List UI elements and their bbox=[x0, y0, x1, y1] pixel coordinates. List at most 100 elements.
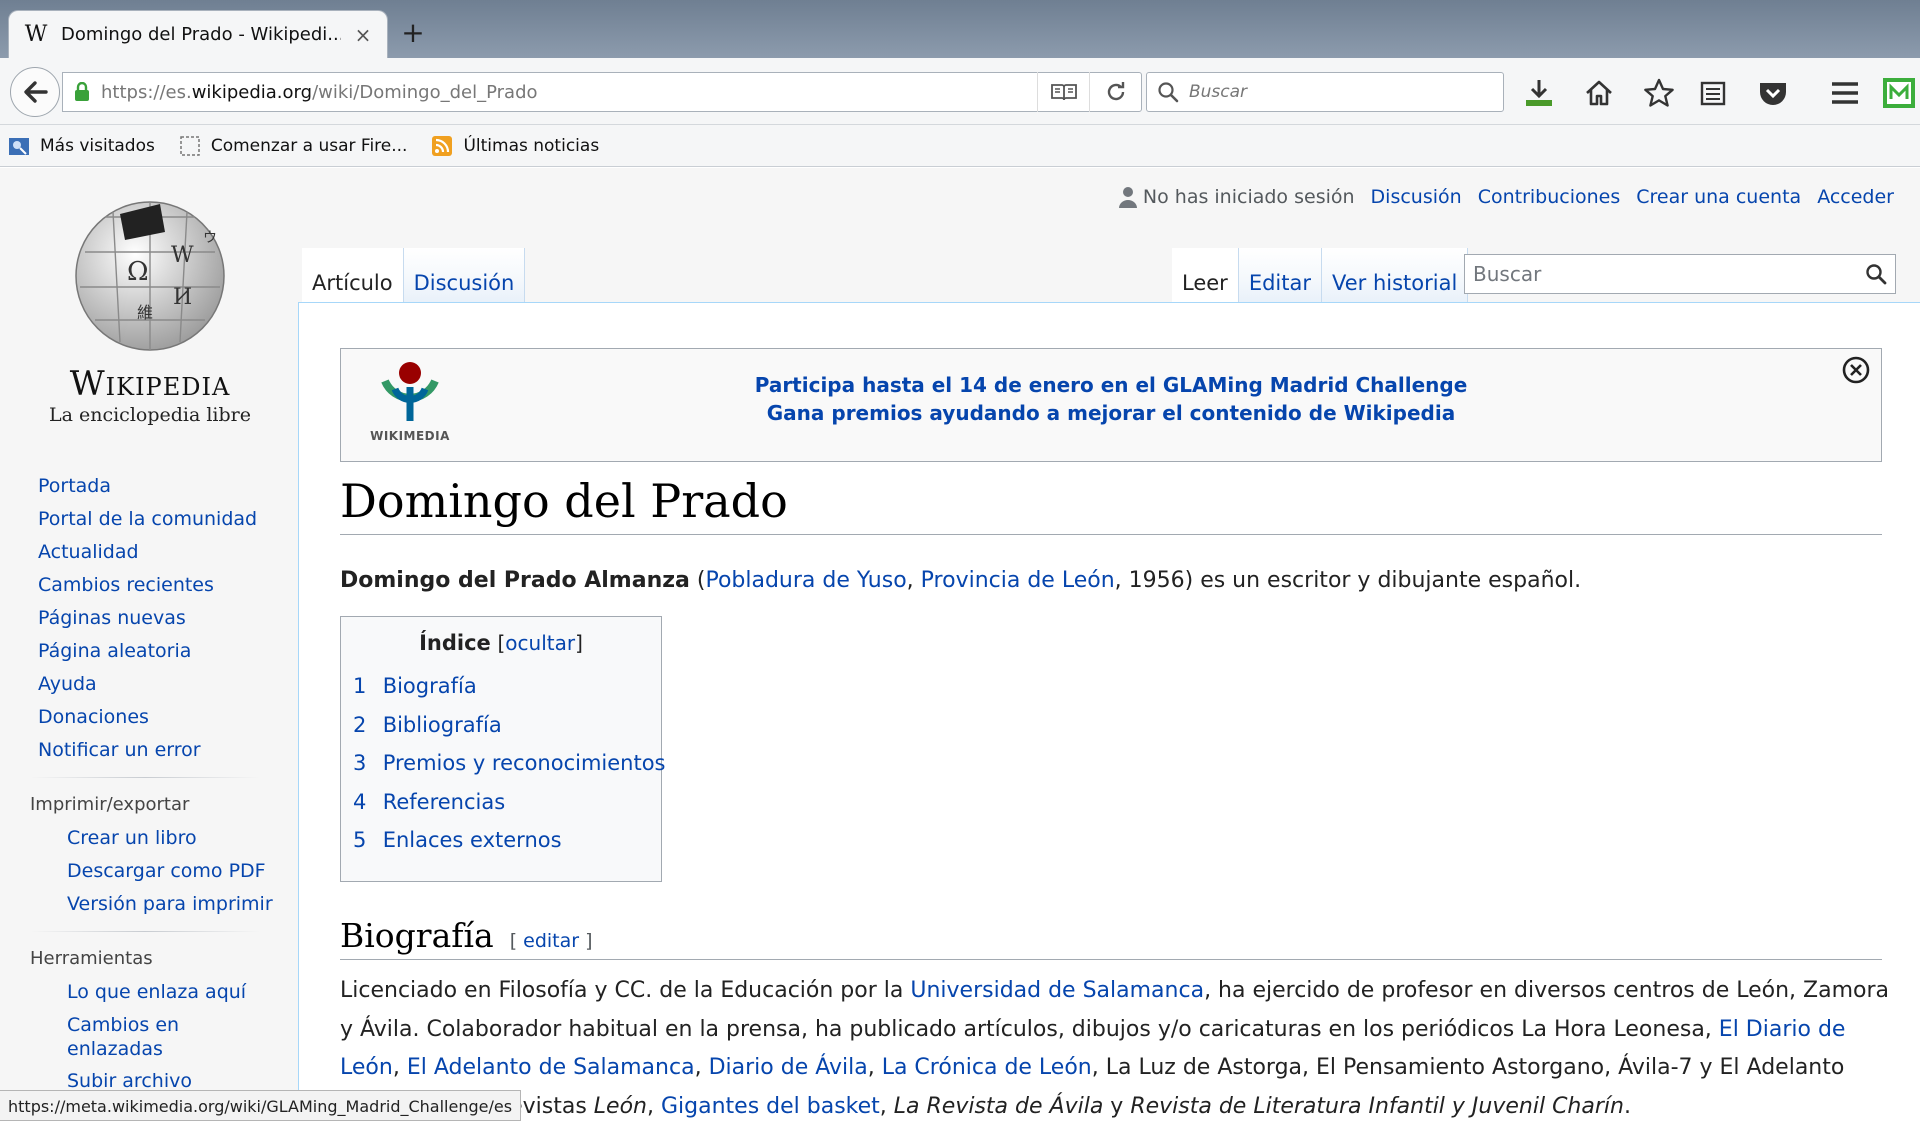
toc-label: Enlaces externos bbox=[382, 828, 562, 852]
paragraph-italic: Revista de Literatura Infantil y Juvenil… bbox=[1130, 1093, 1624, 1119]
paragraph-text: , bbox=[392, 1055, 407, 1080]
svg-text:維: 維 bbox=[137, 303, 153, 322]
sidebar-item-community-portal[interactable]: Portal de la comunidad bbox=[38, 503, 288, 536]
sidebar-item-help[interactable]: Ayuda bbox=[38, 668, 288, 701]
sidebar-item-what-links-here[interactable]: Lo que enlaza aquí bbox=[38, 976, 288, 1009]
search-icon[interactable] bbox=[1865, 263, 1887, 285]
toc-item-referencias[interactable]: 4 Referencias bbox=[353, 783, 649, 822]
paragraph-text: , bbox=[879, 1093, 894, 1119]
sidebar-divider bbox=[30, 931, 260, 932]
new-tab-button[interactable]: + bbox=[398, 16, 428, 50]
toc-label: Biografía bbox=[382, 674, 477, 698]
bookmarks-toolbar: Más visitados Comenzar a usar Fire... Úl… bbox=[0, 125, 1920, 167]
sidebar-item-download-pdf[interactable]: Descargar como PDF bbox=[38, 855, 288, 888]
sidebar-item-new-pages[interactable]: Páginas nuevas bbox=[38, 602, 288, 635]
login-link[interactable]: Acceder bbox=[1817, 186, 1894, 208]
url-prefix: https://es. bbox=[101, 81, 192, 103]
bookmark-most-visited[interactable]: Más visitados bbox=[8, 135, 155, 157]
download-icon[interactable] bbox=[1522, 76, 1556, 110]
link-universidad-salamanca[interactable]: Universidad de Salamanca bbox=[910, 978, 1204, 1003]
wiki-search-input[interactable]: Buscar bbox=[1464, 254, 1896, 294]
banner-message[interactable]: Participa hasta el 14 de enero en el GLA… bbox=[341, 371, 1881, 427]
browser-tab-active[interactable]: W Domingo del Prado - Wikipedi... × bbox=[8, 10, 388, 58]
link-adelanto-salamanca[interactable]: El Adelanto de Salamanca bbox=[407, 1055, 695, 1080]
wiki-search-placeholder: Buscar bbox=[1473, 262, 1542, 286]
navigation-toolbar: https://es.wikipedia.org/wiki/Domingo_de… bbox=[0, 58, 1920, 125]
star-icon[interactable] bbox=[1642, 76, 1676, 110]
extension-icon[interactable] bbox=[1882, 76, 1916, 110]
wikipedia-page: Ω W И 維 ウ Wikipedia La enciclopedia libr… bbox=[0, 168, 1920, 1121]
banner-line-2[interactable]: Gana premios ayudando a mejorar el conte… bbox=[341, 399, 1881, 427]
article-intro: Domingo del Prado Almanza (Pobladura de … bbox=[340, 568, 1581, 593]
reading-list-icon[interactable] bbox=[1696, 76, 1730, 110]
sidebar-item-recent-changes[interactable]: Cambios recientes bbox=[38, 569, 288, 602]
sidebar-item-related-changes[interactable]: Cambios en enlazadas bbox=[38, 1009, 198, 1065]
login-status: No has iniciado sesión bbox=[1118, 186, 1355, 208]
link-provincia-leon[interactable]: Provincia de León bbox=[921, 568, 1115, 593]
link-diario-avila[interactable]: Diario de Ávila bbox=[709, 1055, 868, 1080]
pocket-icon[interactable] bbox=[1756, 76, 1790, 110]
paragraph-text: y bbox=[1103, 1093, 1131, 1119]
reload-icon[interactable] bbox=[1089, 72, 1141, 112]
sidebar-heading-print[interactable]: Imprimir/exportar bbox=[30, 788, 288, 822]
link-pobladura[interactable]: Pobladura de Yuso bbox=[705, 568, 906, 593]
namespace-tabs: Artículo Discusión bbox=[302, 248, 526, 302]
toc-item-premios[interactable]: 3 Premios y reconocimientos bbox=[353, 744, 666, 783]
tab-history[interactable]: Ver historial bbox=[1321, 248, 1469, 302]
menu-icon[interactable] bbox=[1828, 76, 1862, 110]
back-button[interactable] bbox=[10, 67, 60, 117]
personal-contributions-link[interactable]: Contribuciones bbox=[1478, 186, 1621, 208]
lock-icon[interactable] bbox=[63, 82, 101, 102]
wikipedia-logo[interactable]: Ω W И 維 ウ Wikipedia La enciclopedia libr… bbox=[40, 192, 260, 432]
sidebar-item-random-page[interactable]: Página aleatoria bbox=[38, 635, 288, 668]
table-of-contents: Índice [ocultar] 1 Biografía 2 Bibliogra… bbox=[340, 616, 666, 882]
tab-read[interactable]: Leer bbox=[1172, 248, 1239, 302]
reader-view-icon[interactable] bbox=[1037, 72, 1089, 112]
wikipedia-tagline: La enciclopedia libre bbox=[49, 404, 251, 426]
wikipedia-globe-icon: Ω W И 維 ウ bbox=[75, 201, 225, 351]
tab-talk[interactable]: Discusión bbox=[403, 248, 526, 302]
sidebar-item-report-error[interactable]: Notificar un error bbox=[38, 734, 288, 767]
paragraph-text: , bbox=[867, 1055, 882, 1080]
sidebar-item-printable[interactable]: Versión para imprimir bbox=[38, 888, 288, 921]
wikipedia-favicon-icon: W bbox=[24, 22, 48, 47]
bookmark-getting-started[interactable]: Comenzar a usar Fire... bbox=[179, 135, 408, 157]
create-account-link[interactable]: Crear una cuenta bbox=[1636, 186, 1801, 208]
bookmark-label: Comenzar a usar Fire... bbox=[210, 135, 408, 156]
sidebar-item-portada[interactable]: Portada bbox=[38, 470, 288, 503]
tab-article[interactable]: Artículo bbox=[302, 248, 404, 302]
sidebar-item-current-events[interactable]: Actualidad bbox=[38, 536, 288, 569]
browser-search-bar[interactable]: Buscar bbox=[1146, 72, 1504, 112]
home-icon[interactable] bbox=[1582, 76, 1616, 110]
toc-item-enlaces[interactable]: 5 Enlaces externos bbox=[353, 821, 649, 860]
svg-text:ウ: ウ bbox=[203, 230, 217, 246]
campaign-banner[interactable]: WIKIMEDIA Participa hasta el 14 de enero… bbox=[340, 348, 1882, 462]
url-domain: wikipedia.org bbox=[191, 81, 313, 103]
login-status-text: No has iniciado sesión bbox=[1142, 186, 1355, 208]
toc-item-biografia[interactable]: 1 Biografía bbox=[353, 667, 649, 706]
sidebar-item-donations[interactable]: Donaciones bbox=[38, 701, 288, 734]
svg-text:W: W bbox=[171, 243, 194, 268]
back-arrow-icon bbox=[24, 81, 48, 103]
sidebar-heading-tools[interactable]: Herramientas bbox=[30, 942, 288, 976]
section-edit-link[interactable]: editar bbox=[523, 930, 579, 952]
link-cronica-leon[interactable]: La Crónica de León bbox=[882, 1055, 1092, 1080]
toc-hide-toggle[interactable]: ocultar bbox=[505, 631, 575, 655]
personal-talk-link[interactable]: Discusión bbox=[1371, 186, 1462, 208]
bookmark-latest-news[interactable]: Últimas noticias bbox=[431, 135, 599, 157]
banner-close-icon[interactable] bbox=[1841, 355, 1871, 389]
sidebar-item-create-book[interactable]: Crear un libro bbox=[38, 822, 288, 855]
tab-edit[interactable]: Editar bbox=[1238, 248, 1322, 302]
url-text[interactable]: https://es.wikipedia.org/wiki/Domingo_de… bbox=[101, 82, 1037, 103]
link-gigantes-basket[interactable]: Gigantes del basket bbox=[661, 1094, 880, 1119]
tab-close-icon[interactable]: × bbox=[353, 23, 373, 47]
browser-tab-strip: W Domingo del Prado - Wikipedi... × + bbox=[0, 0, 1920, 58]
banner-line-1[interactable]: Participa hasta el 14 de enero en el GLA… bbox=[341, 371, 1881, 399]
toc-number: 3 bbox=[353, 751, 367, 775]
paragraph-text: , bbox=[694, 1055, 709, 1080]
toc-item-bibliografia[interactable]: 2 Bibliografía bbox=[353, 706, 649, 745]
user-icon bbox=[1118, 187, 1137, 208]
svg-text:И: И bbox=[173, 285, 192, 310]
dashed-page-icon bbox=[180, 135, 200, 156]
url-bar[interactable]: https://es.wikipedia.org/wiki/Domingo_de… bbox=[62, 72, 1142, 112]
